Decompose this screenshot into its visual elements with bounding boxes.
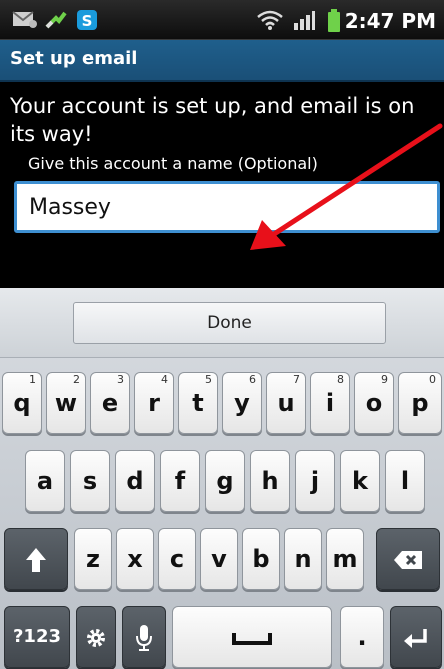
- key-label: r: [148, 389, 160, 417]
- signal-icon: [294, 11, 315, 30]
- skype-icon: S: [77, 10, 97, 30]
- key-label: c: [169, 545, 185, 573]
- key-h[interactable]: h: [250, 450, 290, 512]
- key-label: i: [325, 389, 335, 417]
- backspace-icon: [394, 551, 422, 569]
- key-number-hint: 1: [29, 373, 36, 386]
- annotation-arrow-icon: [250, 123, 443, 250]
- key-label: o: [365, 389, 383, 417]
- key-w[interactable]: w2: [46, 372, 86, 434]
- key-r[interactable]: r4: [134, 372, 174, 434]
- space-bar[interactable]: [172, 606, 332, 668]
- key-c[interactable]: c: [158, 528, 196, 590]
- key-label: p: [411, 389, 429, 417]
- usb-debugging-icon: [45, 11, 67, 29]
- key-number-hint: 2: [73, 373, 80, 386]
- key-number-hint: 7: [293, 373, 300, 386]
- done-bar: Done: [0, 288, 444, 358]
- key-x[interactable]: x: [116, 528, 154, 590]
- svg-text:S: S: [82, 12, 93, 30]
- done-button[interactable]: Done: [73, 302, 386, 344]
- key-number-hint: 6: [249, 373, 256, 386]
- key-label: b: [252, 545, 270, 573]
- gear-icon: [87, 629, 105, 647]
- mic-key[interactable]: [122, 606, 166, 668]
- key-number-hint: 5: [205, 373, 212, 386]
- status-bar: S 2:47 PM: [0, 0, 444, 40]
- key-label: v: [211, 545, 227, 573]
- key-label: ?123: [12, 626, 61, 647]
- wifi-icon: [257, 10, 283, 30]
- key-label: t: [192, 389, 204, 417]
- key-label: m: [332, 545, 358, 573]
- key-p[interactable]: p0: [398, 372, 442, 434]
- period-key[interactable]: .: [340, 606, 384, 668]
- key-g[interactable]: g: [205, 450, 245, 512]
- key-y[interactable]: y6: [222, 372, 262, 434]
- key-u[interactable]: u7: [266, 372, 306, 434]
- key-m[interactable]: m: [326, 528, 364, 590]
- key-q[interactable]: q1: [2, 372, 42, 434]
- symbols-key[interactable]: ?123: [4, 606, 70, 668]
- key-a[interactable]: a: [25, 450, 65, 512]
- key-label: j: [310, 467, 320, 495]
- key-number-hint: 3: [117, 373, 124, 386]
- key-f[interactable]: f: [160, 450, 200, 512]
- key-label: a: [36, 467, 54, 495]
- key-label: q: [13, 389, 31, 417]
- key-s[interactable]: s: [70, 450, 110, 512]
- key-label: x: [127, 545, 143, 573]
- status-time: 2:47 PM: [344, 9, 436, 33]
- soft-keyboard: Done q1 w2 e3 r4 t5 y6 u7 i8 o9 p0 a s d…: [0, 288, 444, 669]
- key-i[interactable]: i8: [310, 372, 350, 434]
- microphone-icon: [136, 625, 152, 651]
- shift-arrow-icon: [26, 548, 46, 572]
- key-number-hint: 4: [161, 373, 168, 386]
- key-label: d: [126, 467, 144, 495]
- key-b[interactable]: b: [242, 528, 280, 590]
- key-label: u: [277, 389, 295, 417]
- key-number-hint: 0: [429, 373, 436, 386]
- shift-key[interactable]: [4, 528, 68, 590]
- space-bar-icon: [232, 633, 272, 645]
- key-n[interactable]: n: [284, 528, 322, 590]
- key-k[interactable]: k: [340, 450, 380, 512]
- key-o[interactable]: o9: [354, 372, 394, 434]
- page-title: Set up email: [10, 48, 138, 69]
- key-label: w: [54, 389, 78, 417]
- key-j[interactable]: j: [295, 450, 335, 512]
- key-label: e: [101, 389, 119, 417]
- key-label: y: [234, 389, 250, 417]
- key-label: g: [216, 467, 234, 495]
- key-label: z: [86, 545, 100, 573]
- key-t[interactable]: t5: [178, 372, 218, 434]
- settings-key[interactable]: [76, 606, 116, 668]
- key-label: l: [400, 467, 410, 495]
- key-label: k: [352, 467, 368, 495]
- key-d[interactable]: d: [115, 450, 155, 512]
- mail-notification-icon: [12, 11, 37, 28]
- key-label: h: [261, 467, 279, 495]
- key-z[interactable]: z: [74, 528, 112, 590]
- enter-key[interactable]: [390, 606, 442, 668]
- key-l[interactable]: l: [385, 450, 425, 512]
- key-e[interactable]: e3: [90, 372, 130, 434]
- enter-arrow-icon: [404, 629, 427, 648]
- delete-key[interactable]: [376, 528, 440, 590]
- title-bar: Set up email: [0, 40, 444, 82]
- key-v[interactable]: v: [200, 528, 238, 590]
- key-label: f: [174, 467, 186, 495]
- battery-icon: [328, 9, 340, 32]
- key-label: n: [294, 545, 312, 573]
- key-label: s: [82, 467, 98, 495]
- key-number-hint: 8: [337, 373, 344, 386]
- key-label: .: [357, 623, 367, 651]
- key-number-hint: 9: [381, 373, 388, 386]
